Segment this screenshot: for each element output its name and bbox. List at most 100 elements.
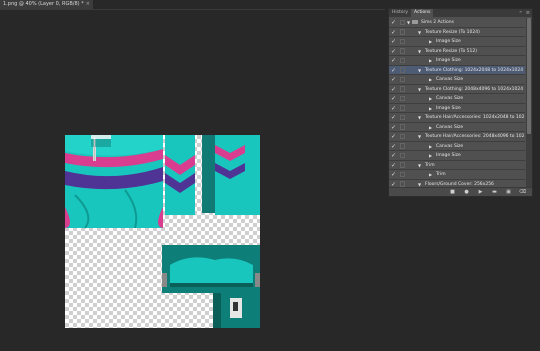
dialog-toggle-box[interactable] — [400, 48, 405, 54]
new-set-icon[interactable]: ▬ — [491, 189, 498, 195]
action-label: Canvas Size — [436, 96, 464, 101]
action-label: Texture Hair/Accessories: 1024x2048 to 1… — [425, 115, 525, 120]
collapse-arrow-icon[interactable]: ▼ — [418, 28, 421, 37]
document-canvas[interactable] — [65, 135, 260, 328]
dialog-toggle-box[interactable] — [400, 143, 405, 149]
action-row[interactable]: ✓ ▼ Texture Hair/Accessories: 1024x2048 to… — [389, 113, 525, 123]
toggle-checkmark-icon[interactable]: ✓ — [391, 29, 398, 36]
collapse-arrow-icon[interactable]: ▼ — [407, 18, 410, 27]
actions-footer: ■ ● ▶ ▬ ▣ ⌫ — [389, 187, 532, 196]
tab-actions[interactable]: Actions — [411, 9, 434, 17]
action-row[interactable]: ✓ ▼ Texture Resize (To 512) — [389, 47, 525, 56]
expand-arrow-icon[interactable]: ▶ — [429, 75, 432, 84]
action-row[interactable]: ✓ ▼ Texture Clothing: 2048x4096 to 1024x10… — [389, 85, 525, 94]
shorts-panel — [162, 245, 260, 293]
toggle-checkmark-icon[interactable]: ✓ — [391, 67, 398, 74]
expand-arrow-icon[interactable]: ▶ — [429, 37, 432, 46]
expand-arrow-icon[interactable]: ▶ — [429, 104, 432, 113]
dialog-toggle-box[interactable] — [400, 105, 405, 111]
action-row[interactable]: ✓ ▼ Trim — [389, 161, 525, 170]
dialog-toggle-box[interactable] — [400, 181, 405, 187]
action-step-row[interactable]: ✓ ▶ Canvas Size — [389, 142, 525, 151]
actions-list: ✓ ▼ Sims 2 Actions ✓ ▼ Texture Resize (To 102… — [389, 18, 525, 189]
close-tab-icon[interactable]: × — [86, 0, 90, 9]
toggle-checkmark-icon[interactable]: ✓ — [391, 143, 398, 150]
action-step-row[interactable]: ✓ ▶ Image Size — [389, 37, 525, 47]
collapse-arrow-icon[interactable]: ▼ — [418, 85, 421, 94]
dialog-toggle-box[interactable] — [400, 162, 405, 168]
record-icon[interactable]: ● — [463, 189, 470, 195]
collapse-arrow-icon[interactable]: ▼ — [418, 161, 421, 170]
toggle-checkmark-icon[interactable]: ✓ — [391, 114, 398, 121]
action-step-row[interactable]: ✓ ▶ Canvas Size — [389, 75, 525, 85]
expand-arrow-icon[interactable]: ▶ — [429, 151, 432, 160]
action-label: Image Size — [436, 58, 461, 63]
action-step-row[interactable]: ✓ ▶ Image Size — [389, 56, 525, 66]
texture-artwork — [65, 135, 260, 328]
collapse-arrow-icon[interactable]: ▼ — [418, 47, 421, 56]
toggle-checkmark-icon[interactable]: ✓ — [391, 19, 398, 26]
action-set-row[interactable]: ✓ ▼ Sims 2 Actions — [389, 18, 525, 28]
action-label: Texture Hair/Accessories: 2048x4096 to 1… — [425, 134, 525, 139]
collapse-arrow-icon[interactable]: ▼ — [418, 132, 421, 141]
action-step-row[interactable]: ✓ ▶ Canvas Size — [389, 94, 525, 104]
panel-menu-icon[interactable]: ≡ — [526, 9, 530, 17]
actions-scrollbar[interactable] — [526, 18, 532, 189]
toggle-checkmark-icon[interactable]: ✓ — [391, 124, 398, 131]
action-label: Image Size — [436, 153, 461, 158]
collapse-arrow-icon[interactable]: ▼ — [418, 113, 421, 122]
action-label: Trim — [425, 162, 435, 168]
toggle-checkmark-icon[interactable]: ✓ — [391, 171, 398, 178]
shirt-panel — [65, 135, 163, 229]
action-row[interactable]: ✓ ▼ Texture Resize (To 1024) — [389, 28, 525, 37]
new-action-icon[interactable]: ▣ — [505, 189, 512, 195]
expand-arrow-icon[interactable]: ▶ — [429, 56, 432, 65]
toggle-checkmark-icon[interactable]: ✓ — [391, 95, 398, 102]
toggle-checkmark-icon[interactable]: ✓ — [391, 86, 398, 93]
tab-history[interactable]: History — [389, 9, 411, 17]
dialog-toggle-box[interactable] — [400, 29, 405, 35]
dialog-toggle-box[interactable] — [400, 124, 405, 130]
dialog-toggle-box[interactable] — [400, 76, 405, 82]
toggle-checkmark-icon[interactable]: ✓ — [391, 152, 398, 159]
dialog-toggle-box[interactable] — [400, 19, 405, 25]
collapse-arrow-icon[interactable]: ▼ — [418, 66, 421, 75]
toggle-checkmark-icon[interactable]: ✓ — [391, 162, 398, 169]
dialog-toggle-box[interactable] — [400, 67, 405, 73]
action-label: Trim — [436, 172, 446, 177]
scroll-thumb[interactable] — [527, 18, 531, 134]
action-step-row[interactable]: ✓ ▶ Image Size — [389, 151, 525, 161]
action-row[interactable]: ✓ ▼ Texture Clothing: 1024x2048 to 1024x10… — [389, 65, 525, 75]
action-label: Canvas Size — [436, 143, 464, 149]
dialog-toggle-box[interactable] — [400, 86, 405, 92]
collapse-panel-icon[interactable]: » — [519, 9, 522, 17]
action-step-row[interactable]: ✓ ▶ Trim — [389, 170, 525, 180]
expand-arrow-icon[interactable]: ▶ — [429, 94, 432, 103]
dialog-toggle-box[interactable] — [400, 95, 405, 101]
action-label: Image Size — [436, 39, 461, 44]
dialog-toggle-box[interactable] — [400, 171, 405, 177]
toggle-checkmark-icon[interactable]: ✓ — [391, 133, 398, 140]
action-row[interactable]: ✓ ▼ Texture Hair/Accessories: 2048x4096 to… — [389, 132, 525, 142]
dialog-toggle-box[interactable] — [400, 57, 405, 63]
toggle-checkmark-icon[interactable]: ✓ — [391, 76, 398, 83]
expand-arrow-icon[interactable]: ▶ — [429, 170, 432, 179]
dialog-toggle-box[interactable] — [400, 38, 405, 44]
expand-arrow-icon[interactable]: ▶ — [429, 123, 432, 132]
toggle-checkmark-icon[interactable]: ✓ — [391, 38, 398, 45]
expand-arrow-icon[interactable]: ▶ — [429, 142, 432, 151]
action-label: Texture Resize (To 512) — [425, 48, 478, 54]
stop-icon[interactable]: ■ — [449, 189, 456, 195]
dialog-toggle-box[interactable] — [400, 152, 405, 158]
play-icon[interactable]: ▶ — [477, 189, 484, 195]
toggle-checkmark-icon[interactable]: ✓ — [391, 57, 398, 64]
dialog-toggle-box[interactable] — [400, 133, 405, 139]
delete-icon[interactable]: ⌫ — [519, 189, 526, 195]
toggle-checkmark-icon[interactable]: ✓ — [391, 105, 398, 112]
action-step-row[interactable]: ✓ ▶ Canvas Size — [389, 123, 525, 132]
dialog-toggle-box[interactable] — [400, 114, 405, 120]
action-step-row[interactable]: ✓ ▶ Image Size — [389, 104, 525, 113]
action-label: Texture Resize (To 1024) — [425, 29, 480, 35]
document-tab[interactable]: 1.png @ 40% (Layer 0, RGB/8) * × — [0, 0, 93, 9]
toggle-checkmark-icon[interactable]: ✓ — [391, 48, 398, 55]
